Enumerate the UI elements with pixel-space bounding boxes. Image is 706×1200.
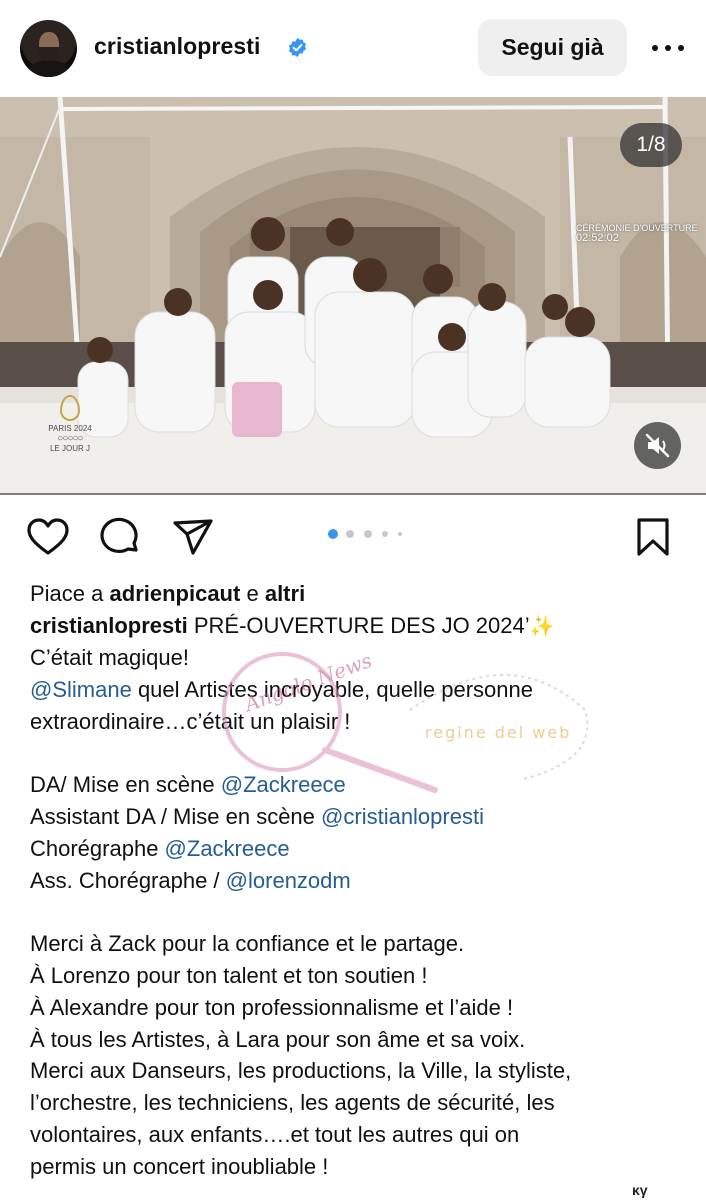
comment-icon[interactable]	[99, 517, 143, 557]
closing-line: permis un concert inoubliable !	[30, 1154, 329, 1179]
mute-icon[interactable]	[634, 422, 681, 469]
thanks-line: À tous les Artistes, à Lara pour son âme…	[30, 1027, 526, 1052]
action-bar	[0, 500, 706, 574]
media-counter: 1/8	[620, 123, 682, 167]
closing-line: volontaires, aux enfants….et tout les au…	[30, 1122, 520, 1147]
mention-link[interactable]: @cristianlopresti	[321, 804, 484, 829]
credit-line: Ass. Chorégraphe / @lorenzodm	[30, 868, 351, 893]
thanks-line: À Lorenzo pour ton talent et ton soutien…	[30, 963, 428, 988]
caption-line: extraordinaire…c’était un plaisir !	[30, 709, 351, 734]
carousel-dot	[346, 530, 354, 538]
post-header: cristianlopresti Segui già	[0, 0, 706, 97]
sparkles-emoji: ✨	[529, 616, 555, 638]
credit-line: Assistant DA / Mise en scène @cristianlo…	[30, 804, 484, 829]
thanks-line: Merci à Zack pour la confiance et le par…	[30, 931, 465, 956]
verified-badge-icon	[288, 37, 307, 58]
carousel-dot	[364, 530, 372, 538]
corner-mark: κγ	[632, 1182, 648, 1198]
likes-line: Piace a adrienpicaut e altri	[30, 581, 306, 606]
carousel-dot	[382, 531, 388, 537]
media-divider	[0, 493, 706, 495]
mention-link[interactable]: @Slimane	[30, 677, 132, 702]
concert-stage-photo	[0, 97, 706, 493]
olympic-rings-icon: ○○○○○	[57, 433, 83, 444]
likes-others-link[interactable]: altri	[265, 581, 305, 606]
paris-2024-logo: PARIS 2024 ○○○○○ LE JOUR J	[45, 395, 95, 454]
post-media[interactable]: CÉRÉMONIE D'OUVERTURE 02:52:02 PARIS 202…	[0, 97, 706, 493]
olympic-flame-icon	[60, 395, 80, 421]
caption-line: C’était magique!	[30, 645, 189, 670]
post-caption: Piace a adrienpicaut e altri cristianlop…	[30, 578, 690, 1184]
mention-link[interactable]: @lorenzodm	[226, 868, 351, 893]
credit-line: DA/ Mise en scène @Zackreece	[30, 772, 346, 797]
send-icon[interactable]	[171, 517, 215, 557]
closing-line: Merci aux Danseurs, les productions, la …	[30, 1058, 572, 1083]
more-options-icon[interactable]	[648, 32, 688, 62]
caption-title-line: cristianlopresti PRÉ-OUVERTURE DES JO 20…	[30, 613, 555, 638]
profile-avatar[interactable]	[20, 20, 77, 77]
caption-author[interactable]: cristianlopresti	[30, 613, 188, 638]
mention-link[interactable]: @Zackreece	[165, 836, 290, 861]
broadcast-overlay: CÉRÉMONIE D'OUVERTURE 02:52:02	[576, 223, 698, 244]
carousel-dot	[398, 532, 402, 536]
carousel-dot-active	[328, 529, 338, 539]
bookmark-icon[interactable]	[634, 517, 672, 557]
heart-icon[interactable]	[26, 517, 70, 557]
post-username[interactable]: cristianlopresti	[94, 33, 261, 60]
mention-link[interactable]: @Zackreece	[221, 772, 346, 797]
following-button[interactable]: Segui già	[478, 19, 627, 76]
liker-username[interactable]: adrienpicaut	[110, 581, 241, 606]
caption-line: @Slimane quel Artistes incroyable, quell…	[30, 677, 533, 702]
closing-line: l’orchestre, les techniciens, les agents…	[30, 1090, 555, 1115]
credit-line: Chorégraphe @Zackreece	[30, 836, 290, 861]
thanks-line: À Alexandre pour ton professionnalisme e…	[30, 995, 514, 1020]
